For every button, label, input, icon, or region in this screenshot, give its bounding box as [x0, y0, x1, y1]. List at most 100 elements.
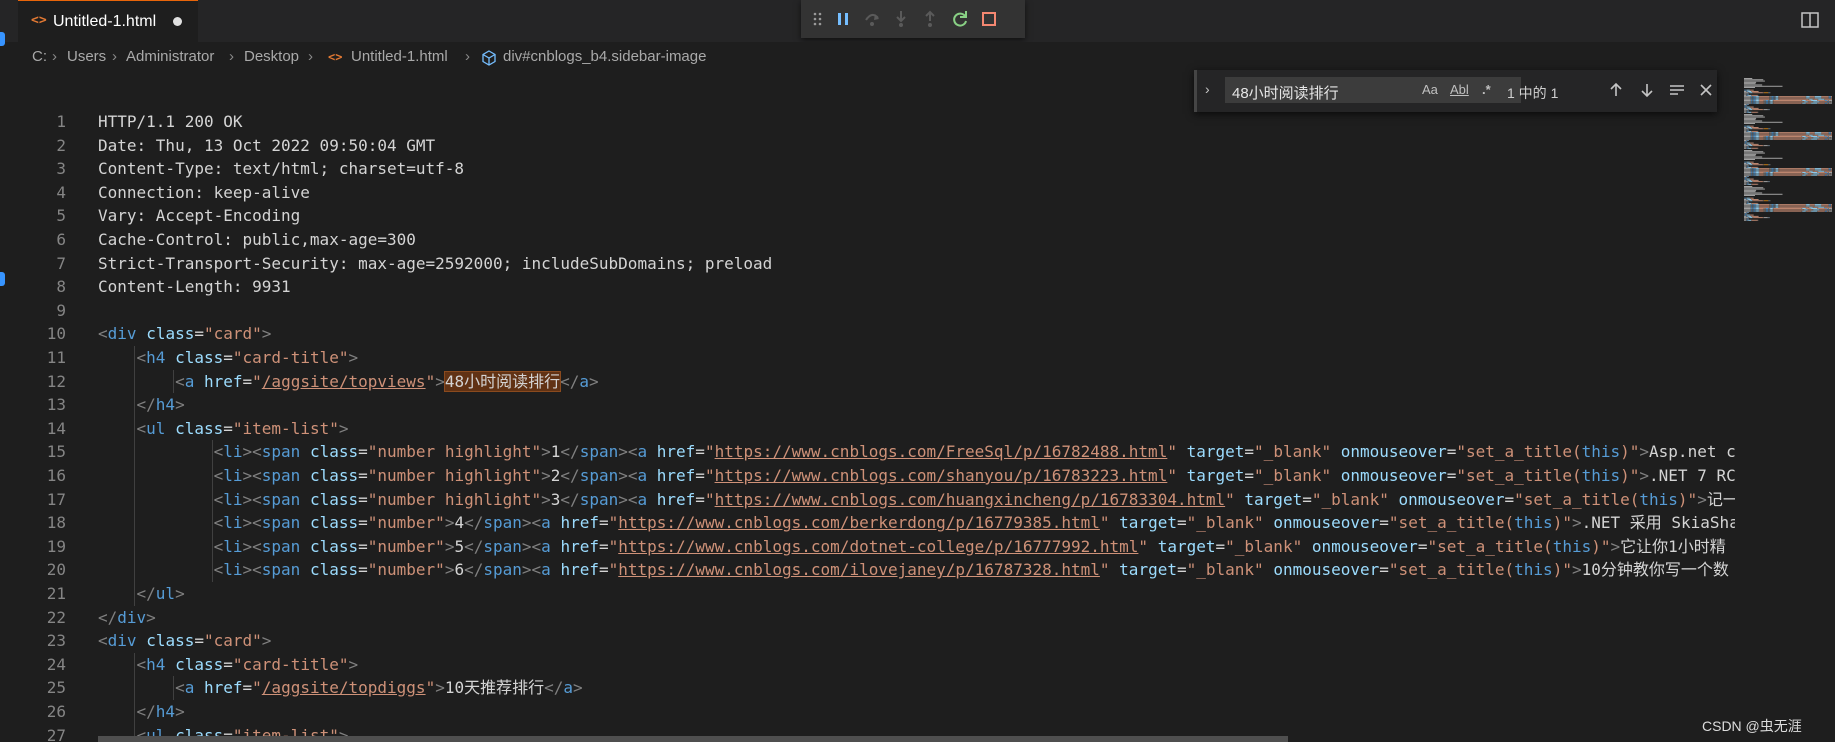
- minimap-stroke: [1747, 215, 1749, 217]
- code-token: "card-title": [232, 348, 349, 367]
- minimap-stroke: [1828, 133, 1831, 135]
- code-line[interactable]: 19 <li><span class="number">5</span><a h…: [0, 535, 1735, 559]
- minimap-stroke: [1751, 134, 1753, 136]
- code-line[interactable]: 12 <a href="/aggsite/topviews">48小时阅读排行<…: [0, 370, 1735, 394]
- minimap-stroke: [1764, 172, 1765, 173]
- minimap-stroke: [1828, 174, 1832, 176]
- code-line[interactable]: 6 Cache-Control: public,max-age=300: [0, 228, 1735, 252]
- code-line[interactable]: 1 HTTP/1.1 200 OK: [0, 110, 1735, 134]
- minimap-stroke: [1769, 102, 1771, 104]
- minimap-stroke: [1810, 132, 1815, 134]
- whole-word-icon[interactable]: Abl: [1450, 82, 1469, 97]
- code-line[interactable]: 8 Content-Length: 9931: [0, 275, 1735, 299]
- editor-tab[interactable]: <> Untitled-1.html: [18, 0, 198, 42]
- code-token: </: [464, 536, 484, 556]
- minimap-stroke: [1751, 138, 1753, 140]
- minimap-stroke: [1757, 94, 1759, 96]
- minimap-stroke: [1744, 91, 1747, 92]
- minimap-stroke: [1769, 205, 1770, 207]
- breadcrumb-item[interactable]: div#cnblogs_b4.sidebar-image: [503, 48, 706, 65]
- minimap-stroke: [1744, 187, 1764, 189]
- minimap-stroke: [1828, 172, 1829, 173]
- minimap-stroke: [1764, 210, 1765, 212]
- code-line[interactable]: 9: [0, 299, 1735, 323]
- minimap-stroke: [1771, 205, 1774, 207]
- split-editor-icon[interactable]: [1800, 10, 1820, 30]
- minimap-stroke: [1744, 170, 1751, 172]
- pause-icon[interactable]: [832, 8, 854, 30]
- code-line[interactable]: 20 <li><span class="number">6</span><a h…: [0, 558, 1735, 582]
- code-line[interactable]: 22 </div>: [0, 606, 1735, 630]
- step-out-icon[interactable]: [919, 8, 941, 30]
- minimap-stroke: [1748, 91, 1752, 92]
- regex-icon[interactable]: .*: [1482, 82, 1491, 97]
- breadcrumb-item[interactable]: Desktop: [244, 48, 299, 65]
- breadcrumb-item[interactable]: C:: [32, 48, 47, 65]
- minimap-stroke: [1770, 137, 1773, 139]
- stop-icon[interactable]: [978, 8, 1000, 30]
- minimap-stroke: [1773, 174, 1802, 176]
- code-line[interactable]: 23 <div class="card">: [0, 629, 1735, 653]
- code-line[interactable]: 18 <li><span class="number">4</span><a h…: [0, 511, 1735, 535]
- minimap-stroke: [1744, 151, 1764, 153]
- arrow-up-icon[interactable]: [1607, 81, 1625, 99]
- minimap-stroke: [1751, 204, 1753, 206]
- horizontal-scrollbar[interactable]: [98, 736, 1288, 742]
- find-in-selection-icon[interactable]: [1668, 81, 1686, 99]
- step-into-icon[interactable]: [890, 8, 912, 30]
- minimap-stroke: [1748, 164, 1749, 166]
- code-line[interactable]: 15 <li><span class="number highlight">1<…: [0, 440, 1735, 464]
- step-over-icon[interactable]: [861, 8, 883, 30]
- chevron-right-icon[interactable]: ›: [1205, 81, 1210, 97]
- minimap-stroke: [1744, 128, 1749, 130]
- code-line[interactable]: 13 </h4>: [0, 393, 1735, 417]
- arrow-down-icon[interactable]: [1638, 81, 1656, 99]
- minimap[interactable]: [1738, 72, 1835, 742]
- minimap-stroke: [1768, 172, 1770, 173]
- minimap-stroke: [1769, 138, 1770, 140]
- minimap-stroke: [1814, 204, 1821, 206]
- code-editor[interactable]: 1 HTTP/1.1 200 OK 2 Date: Thu, 13 Oct 2022 …: [0, 110, 1735, 742]
- find-input[interactable]: 48小时阅读排行 Aa Abl .*: [1225, 77, 1521, 103]
- drag-handle-icon[interactable]: [807, 8, 829, 30]
- match-case-icon[interactable]: Aa: [1422, 82, 1438, 97]
- code-line[interactable]: 4 Connection: keep-alive: [0, 181, 1735, 205]
- find-match-highlight: 48小时阅读排行: [443, 370, 562, 392]
- minimap-stroke: [1753, 134, 1756, 136]
- unsaved-dot-icon[interactable]: [173, 17, 182, 26]
- code-line[interactable]: 21 </ul>: [0, 582, 1735, 606]
- code-line[interactable]: 3 Content-Type: text/html; charset=utf-8: [0, 157, 1735, 181]
- code-line[interactable]: 11 <h4 class="card-title">: [0, 346, 1735, 370]
- code-line[interactable]: 17 <li><span class="number highlight">3<…: [0, 488, 1735, 512]
- code-text: </ul>: [98, 582, 185, 606]
- minimap-stroke: [1744, 166, 1747, 168]
- minimap-stroke: [1744, 137, 1751, 139]
- code-line[interactable]: 5 Vary: Accept-Encoding: [0, 204, 1735, 228]
- code-line[interactable]: 24 <h4 class="card-title">: [0, 653, 1735, 677]
- minimap-stroke: [1821, 205, 1829, 207]
- breadcrumb-item[interactable]: Untitled-1.html: [351, 48, 448, 65]
- minimap-stroke: [1758, 137, 1760, 139]
- code-line[interactable]: 26 </h4>: [0, 700, 1735, 724]
- close-icon[interactable]: [1697, 81, 1715, 99]
- code-line[interactable]: 7 Strict-Transport-Security: max-age=2592…: [0, 252, 1735, 276]
- minimap-stroke: [1827, 209, 1830, 211]
- code-line[interactable]: 16 <li><span class="number highlight">2<…: [0, 464, 1735, 488]
- minimap-stroke: [1763, 109, 1768, 111]
- restart-icon[interactable]: [949, 8, 971, 30]
- minimap-stroke: [1744, 200, 1749, 202]
- minimap-stroke: [1801, 172, 1803, 173]
- breadcrumb-item[interactable]: Users: [67, 48, 106, 65]
- code-line[interactable]: 14 <ul class="item-list">: [0, 417, 1735, 441]
- code-line[interactable]: 2 Date: Thu, 13 Oct 2022 09:50:04 GMT: [0, 134, 1735, 158]
- code-line[interactable]: 10 <div class="card">: [0, 322, 1735, 346]
- minimap-stroke: [1744, 179, 1747, 181]
- breadcrumb-item[interactable]: Administrator: [126, 48, 214, 65]
- minimap-stroke: [1744, 123, 1755, 124]
- code-line[interactable]: 25 <a href="/aggsite/topdiggs">10天推荐排行</…: [0, 676, 1735, 700]
